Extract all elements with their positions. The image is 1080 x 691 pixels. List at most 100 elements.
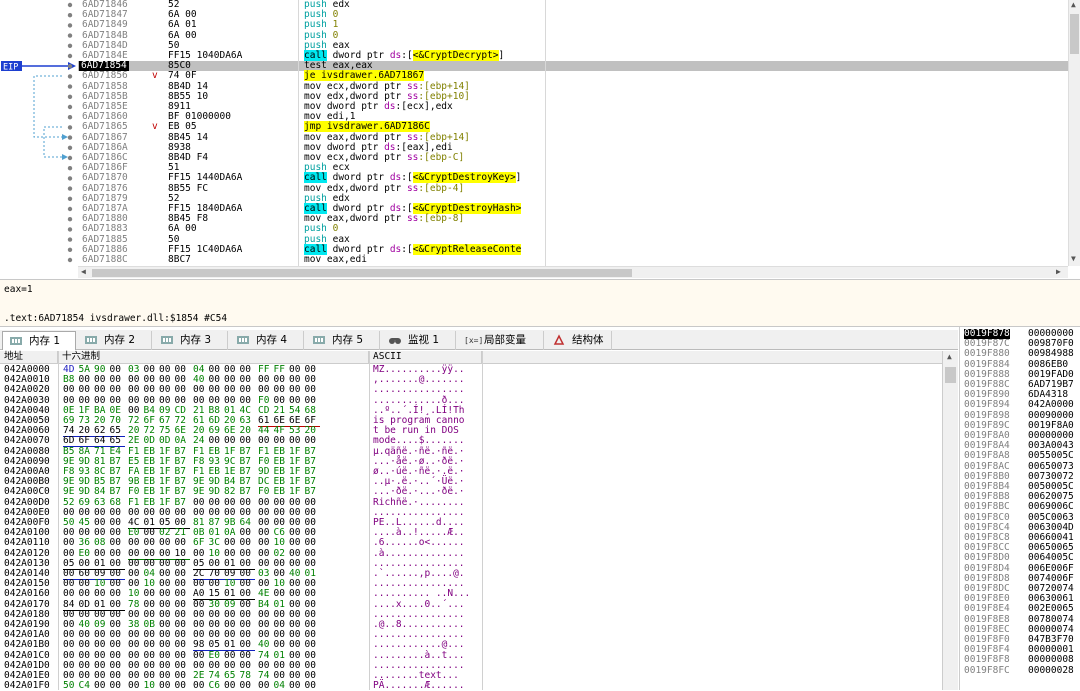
disasm-row[interactable]: 6AD71867 8B45 14 mov eax,dword ptr ss:[ebp… [78, 132, 1068, 143]
disasm-row[interactable]: 6AD71865 v EB 05 jmp ivsdrawer.6AD7186C [78, 121, 1068, 133]
disasm-row[interactable]: 6AD71854 85C0 test eax,eax [78, 61, 1068, 72]
disassembly-vertical-scrollbar[interactable]: ▲ ▼ [1068, 0, 1080, 266]
col-hex-header[interactable]: 十六进制 [58, 351, 369, 364]
col-ascii-header[interactable]: ASCII [369, 351, 482, 364]
dump-address: 042A0070 [4, 435, 50, 447]
dump-row[interactable]: 042A00D0 52 69 63 68 F1 EB 1F B7 00 00 00 00 00 00 00 00… [0, 497, 942, 508]
breakpoint-dot [67, 155, 73, 161]
tab-memory-4[interactable]: 内存 5 [306, 331, 380, 350]
disasm-row[interactable]: 6AD71876 8B55 FC mov edx,dword ptr ss:[ebp… [78, 183, 1068, 194]
dump-row[interactable]: 042A00A0 F8 93 8C B7 FA EB 1F B7 F1 EB 1E B7 9D EB 1F B7… [0, 467, 942, 477]
disasm-row[interactable]: 6AD7184B 6A 00 push 0 [78, 30, 1068, 41]
scroll-left-icon[interactable]: ◀ [81, 267, 86, 276]
col-address-header[interactable]: 地址 [0, 351, 58, 364]
tab-memory-2[interactable]: 内存 3 [154, 331, 228, 350]
eip-label: EIP [3, 63, 18, 73]
dump-row[interactable]: 042A00B0 9E 9D B5 B7 9B EB 1F B7 9E 9D B4 B7 DC EB 1F B7… [0, 477, 942, 487]
dump-row[interactable]: 042A0100 00 00 00 00 E0 00 02 21 0B 01 0A 00 00 C6 00 00… [0, 528, 942, 538]
dump-row[interactable]: 042A01D0 00 00 00 00 00 00 00 00 00 00 00 00 00 00 00 00… [0, 660, 942, 671]
breakpoint-dot [67, 13, 73, 18]
tab-memory-3[interactable]: 内存 4 [230, 331, 304, 350]
tab-locals-6[interactable]: [x=] 局部变量 [458, 331, 544, 350]
scroll-thumb[interactable] [1070, 14, 1079, 54]
dump-row[interactable]: 042A0060 74 20 62 65 20 72 75 6E 20 69 6E 20 44 4F 53 20… [0, 426, 942, 438]
disassembly-horizontal-scrollbar[interactable]: ◀ ▶ [78, 266, 1068, 278]
disasm-row[interactable]: 6AD7187A FF15 1840DA6A call dword ptr ds:[… [78, 203, 1068, 214]
dump-row[interactable]: 042A0120 00 E0 00 00 00 00 00 10 00 10 00 00 00 02 00 00… [0, 548, 942, 560]
dump-row[interactable]: 042A0190 00 40 09 00 38 0B 00 00 00 00 00 00 00 00 00 00… [0, 620, 942, 630]
tab-label: 内存 3 [180, 334, 212, 346]
dump-row[interactable]: 042A0020 00 00 00 00 00 00 00 00 00 00 00 00 00 00 00 00… [0, 385, 942, 395]
disasm-row[interactable]: 6AD71847 6A 00 push 0 [78, 10, 1068, 20]
dump-row[interactable]: 042A0090 9E 9D 81 B7 E5 EB 1F B7 F8 93 9C B7 F0 EB 1F B7… [0, 456, 942, 467]
stack-value: 00000028 [1028, 664, 1074, 676]
dump-row[interactable]: 042A0160 00 00 00 00 10 00 00 00 A0 15 01 00 4E 00 00 00… [0, 588, 942, 601]
dump-row[interactable]: 042A01B0 00 00 00 00 00 00 00 00 98 05 01 00 40 00 00 00… [0, 639, 942, 652]
breakpoint-dot [67, 176, 73, 181]
tab-memory-0[interactable]: 内存 1 [2, 331, 76, 350]
dump-row[interactable]: 042A0030 00 00 00 00 00 00 00 00 00 00 00 00 F0 00 00 00… [0, 395, 942, 406]
disasm-row[interactable]: 6AD7186A 8938 mov dword ptr ds:[eax],edi [78, 142, 1068, 153]
dump-row[interactable]: 042A0170 84 0D 01 00 78 00 00 00 00 30 09 00 B4 01 00 00… [0, 599, 942, 611]
dump-row[interactable]: 042A0110 00 36 08 00 00 00 00 00 6F 3C 00 00 00 10 00 00… [0, 538, 942, 548]
dump-ascii: .......... ..N... [373, 588, 471, 600]
dump-hex: 00 00 00 00 00 00 00 00 00 00 00 00 00 00 00 00 [63, 384, 316, 396]
breakpoint-dot [67, 217, 73, 222]
dump-row[interactable]: 042A0180 00 00 00 00 00 00 00 00 00 00 00 00 00 00 00 00… [0, 609, 942, 620]
scroll-up-icon[interactable]: ▲ [1071, 0, 1076, 9]
dump-row[interactable]: 042A0050 69 73 20 70 72 6F 67 72 61 6D 20 63 61 6E 6E 6F… [0, 416, 942, 427]
branch-arrows: EIP [1, 2, 76, 263]
disasm-bytes: 8BC7 [168, 254, 191, 265]
tab-memory-1[interactable]: 内存 2 [78, 331, 152, 350]
disasm-row[interactable]: 6AD71886 FF15 1C40DA6A call dword ptr ds:[… [78, 243, 1068, 255]
dump-row[interactable]: 042A0140 00 60 09 00 00 04 00 00 2C 70 09 00 03 00 40 01… [0, 569, 942, 580]
disasm-row[interactable]: 6AD7184E FF15 1040DA6A call dword ptr ds:[… [78, 50, 1068, 61]
dump-row[interactable]: 042A0070 6D 6F 64 65 2E 0D 0D 0A 24 00 00 00 00 00 00 00… [0, 435, 942, 448]
disasm-row[interactable]: 6AD71849 6A 01 push 1 [78, 20, 1068, 30]
dump-row[interactable]: 042A01E0 00 00 00 00 00 00 00 00 2E 74 65 78 74 00 00 00… [0, 671, 942, 681]
dump-row[interactable]: 042A0150 00 00 10 00 00 10 00 00 00 00 10 00 00 10 00 00… [0, 579, 942, 589]
dump-row[interactable]: 042A0010 B8 00 00 00 00 00 00 00 40 00 00 00 00 00 00 00… [0, 375, 942, 385]
disasm-row[interactable]: 6AD71883 6A 00 push 0 [78, 224, 1068, 234]
tab-struct-7[interactable]: 结构体 [546, 331, 612, 350]
dump-ascii: ............@... [373, 639, 465, 651]
dump-row[interactable]: 042A00F0 50 45 00 00 4C 01 05 00 81 87 9B 64 00 00 00 00… [0, 518, 942, 529]
disassembly-pane: EIP 6AD71846 52 push edx 6AD71847 6A 00 push … [0, 0, 1080, 278]
dump-header: 地址 十六进制 ASCII [0, 351, 942, 364]
breakpoint-dot [67, 247, 73, 252]
tab-watch-5[interactable]: 监视 1 [382, 331, 456, 350]
disasm-row[interactable]: 6AD71858 8B4D 14 mov ecx,dword ptr ss:[ebp… [78, 81, 1068, 92]
hscroll-thumb[interactable] [92, 269, 632, 277]
stack-value: 042A0000 [1028, 399, 1074, 411]
disasm-row[interactable]: 6AD71860 BF 01000000 mov edi,1 [78, 112, 1068, 122]
dump-vertical-scrollbar[interactable]: ▲ [942, 351, 958, 690]
dump-scroll-up-icon[interactable]: ▲ [947, 352, 952, 361]
stack-pane[interactable]: 0019F878 00000000 0019F87C 009870F0 0019F880… [959, 327, 1080, 690]
disasm-row[interactable]: 6AD7188C 8BC7 mov eax,edi [78, 255, 1068, 265]
disasm-row[interactable]: 6AD71870 FF15 1440DA6A call dword ptr ds:[… [78, 172, 1068, 184]
disasm-row[interactable]: 6AD71846 52 push edx [78, 0, 1068, 10]
disasm-row[interactable]: 6AD71880 8B45 F8 mov eax,dword ptr ss:[ebp… [78, 214, 1068, 224]
disasm-row[interactable]: 6AD7186C 8B4D F4 mov ecx,dword ptr ss:[ebp… [78, 153, 1068, 163]
dump-row[interactable]: 042A0040 0E 1F BA 0E 00 B4 09 CD 21 B8 01 4C CD 21 54 68… [0, 405, 942, 416]
disassembly-listing[interactable]: 6AD71846 52 push edx 6AD71847 6A 00 push 0 6AD… [78, 0, 1068, 266]
stack-row[interactable]: 0019F8FC 00000028 [960, 664, 1080, 676]
dump-row[interactable]: 042A0080 B5 8A 71 E4 F1 EB 1F B7 F1 EB 1F B7 F1 EB 1F B7… [0, 446, 942, 457]
dump-row[interactable]: 042A01C0 00 00 00 00 00 00 00 00 00 E0 00 00 74 01 00 00… [0, 650, 942, 661]
dump-row[interactable]: 042A0000 4D 5A 90 00 03 00 00 00 04 00 00 00 FF FF 00 00… [0, 365, 942, 375]
breakpoint-dot [67, 257, 73, 263]
disasm-row[interactable]: 6AD7185B 8B55 10 mov edx,dword ptr ss:[ebp… [78, 91, 1068, 102]
dump-row[interactable]: 042A00C0 9E 9D 84 B7 F0 EB 1F B7 9E 9D 82 B7 F0 EB 1F B7… [0, 487, 942, 497]
stack-value: 0069006C [1028, 501, 1074, 513]
svg-text:[x=]: [x=] [464, 336, 482, 345]
scroll-down-icon[interactable]: ▼ [1071, 254, 1076, 263]
memory-dump[interactable]: 地址 十六进制 ASCII 042A0000 4D 5A 90 00 03 00 00 00 04… [0, 351, 942, 691]
scroll-right-icon[interactable]: ▶ [1056, 267, 1061, 276]
disasm-row[interactable]: 6AD71856 v 74 0F je ivsdrawer.6AD71867 [78, 70, 1068, 82]
dump-row[interactable]: 042A00E0 00 00 00 00 00 00 00 00 00 00 00 00 00 00 00 00… [0, 507, 942, 518]
dump-scroll-thumb[interactable] [945, 367, 956, 383]
dump-row[interactable]: 042A0130 05 00 01 00 00 00 00 00 05 00 01 00 00 00 00 00… [0, 558, 942, 570]
dump-row[interactable]: 042A01A0 00 00 00 00 00 00 00 00 00 00 00 00 00 00 00 00… [0, 630, 942, 640]
dump-address: 042A01B0 [4, 639, 50, 651]
disasm-address: 6AD71849 [82, 19, 128, 31]
